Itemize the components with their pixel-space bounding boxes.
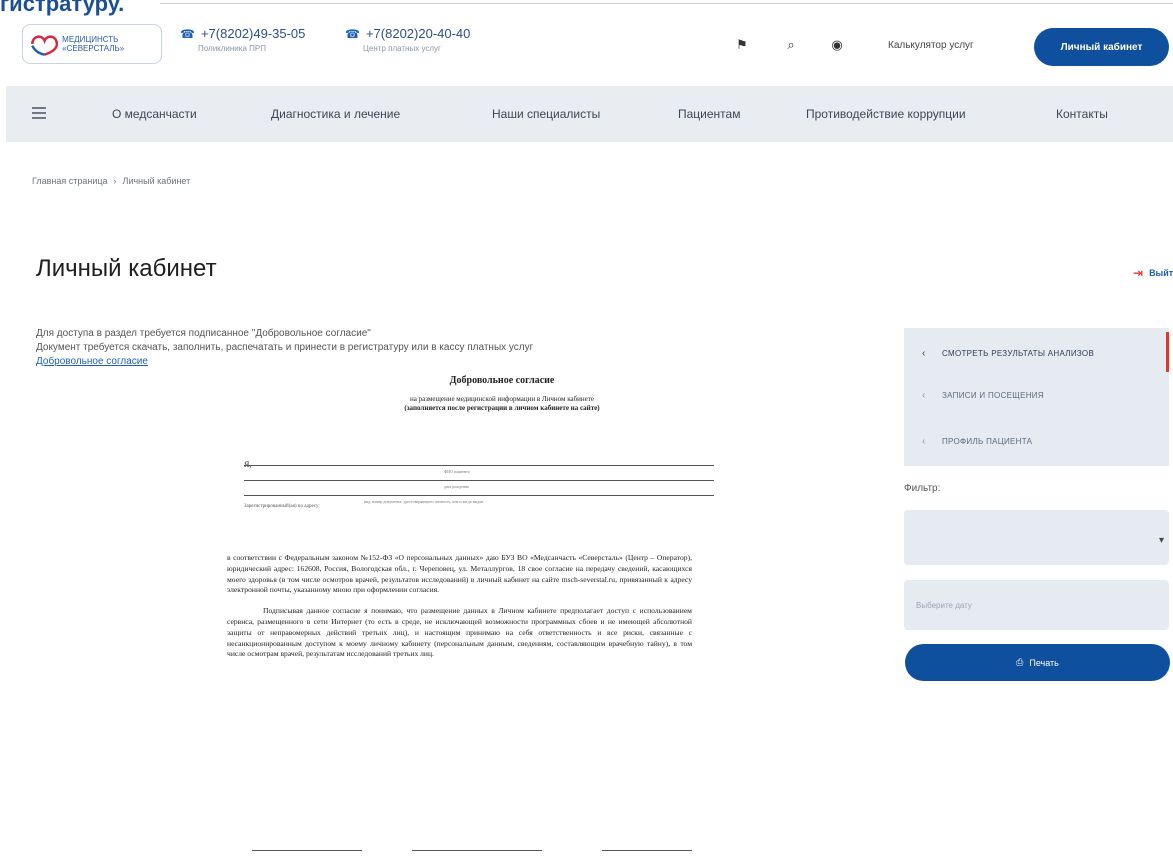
nav-item-contacts[interactable]: Контакты [1056,107,1108,121]
search-icon[interactable]: ⌕ [782,36,800,54]
document-subtitle: на размещение медицинской информации в Л… [410,395,594,403]
page: гистратуру. МЕДИЦИНСТЬ «СЕВЕРСТАЛЬ» ☎ +7(… [0,0,1173,857]
phone-icon: ☎ [345,26,360,41]
side-item-visits[interactable]: ‹ ЗАПИСИ И ПОСЕЩЕНИЯ [904,376,1169,414]
breadcrumb-home[interactable]: Главная страница [32,176,108,186]
chevron-left-icon: ‹ [922,389,926,401]
phone-icon: ☎ [180,26,195,41]
date-picker-input[interactable]: Выберите дату [904,580,1169,630]
document-body: в соответствии с Федеральным законом №15… [227,553,692,670]
print-button[interactable]: ⎙ Печать [905,644,1170,681]
nav-item-specialists[interactable]: Наши специалисты [492,107,600,121]
side-item-label: ЗАПИСИ И ПОСЕЩЕНИЯ [942,390,1044,400]
phone-number: +7(8202)20-40-40 [365,26,471,41]
document-paragraph-1: в соответствии с Федеральным законом №15… [227,553,692,595]
filter-select[interactable]: ▾ [904,510,1169,565]
caption-doc: вид, номер документа, удостоверяющего ли… [364,499,484,504]
nav-item-diagnostics[interactable]: Диагностика и лечение [271,107,400,121]
phone-number: +7(8202)49-35-05 [200,26,306,41]
logo[interactable]: МЕДИЦИНСТЬ «СЕВЕРСТАЛЬ» [22,24,162,64]
info-line-2: Документ требуется скачать, заполнить, р… [36,342,534,353]
document-title: Добровольное согласие [449,375,555,386]
top-divider [160,3,1173,4]
phone-block-1[interactable]: ☎ +7(8202)49-35-05 Поликлиника ПРП [180,26,305,53]
flag-icon[interactable]: ⚑ [733,36,751,54]
consent-info: Для доступа в раздел требуется подписанн… [36,327,533,369]
phone-caption: Поликлиника ПРП [198,44,266,53]
info-line-1: Для доступа в раздел требуется подписанн… [36,328,371,339]
consent-document-preview: Добровольное согласие на размещение меди… [222,375,722,857]
side-item-analysis-results[interactable]: ‹ СМОТРЕТЬ РЕЗУЛЬТАТЫ АНАЛИЗОВ [904,334,1169,372]
address-label: Зарегистрированный(ая) по адресу: [244,504,320,509]
heart-logo-icon [31,35,59,56]
phone-caption: Центр платных услуг [363,44,441,53]
logo-text: МЕДИЦИНСТЬ «СЕВЕРСТАЛЬ» [62,35,125,53]
document-subtitle-2: (заполняется после регистрации в личном … [404,404,600,412]
logout-link[interactable]: ⇥ Выйти [1133,266,1173,280]
site-header: МЕДИЦИНСТЬ «СЕВЕРСТАЛЬ» ☎ +7(8202)49-35-0… [0,14,1173,78]
menu-icon[interactable] [32,107,46,121]
printer-icon: ⎙ [1016,657,1024,667]
page-title: Личный кабинет [36,255,217,282]
side-item-label: ПРОФИЛЬ ПАЦИЕНТА [942,436,1033,446]
breadcrumb: Главная страница › Личный кабинет [32,176,190,186]
main-nav: О медсанчасти Диагностика и лечение Наши… [6,86,1173,142]
logout-label: Выйти [1149,268,1173,278]
eye-icon[interactable]: ◉ [828,36,846,54]
cabinet-button[interactable]: Личный кабинет [1034,28,1169,66]
nav-item-patients[interactable]: Пациентам [678,107,740,121]
chevron-left-icon: ‹ [922,435,926,447]
nav-item-about[interactable]: О медсанчасти [112,107,197,121]
breadcrumb-current: Личный кабинет [122,176,191,186]
chevron-left-icon: ‹ [922,347,926,359]
print-button-label: Печать [1029,657,1059,668]
caption-dob: дата рождения [444,484,469,489]
filter-label: Фильтр: [904,483,941,494]
breadcrumb-separator: › [113,176,117,186]
chevron-down-icon: ▾ [1158,535,1164,546]
document-paragraph-2: Подписывая данное согласие я понимаю, чт… [227,606,692,659]
logout-icon: ⇥ [1133,266,1144,280]
document-fill-lines: ФИО пациента дата рождения вид, номер до… [244,465,714,509]
nav-item-anticorruption[interactable]: Противодействие коррупции [806,107,966,121]
document-signature-lines [252,842,692,857]
phone-block-2[interactable]: ☎ +7(8202)20-40-40 Центр платных услуг [345,26,470,53]
consent-download-link[interactable]: Добровольное согласие [36,356,148,367]
cabinet-side-menu: ‹ СМОТРЕТЬ РЕЗУЛЬТАТЫ АНАЛИЗОВ ‹ ЗАПИСИ … [904,328,1169,466]
side-item-label: СМОТРЕТЬ РЕЗУЛЬТАТЫ АНАЛИЗОВ [942,348,1095,358]
calculator-link[interactable]: Калькулятор услуг [888,40,974,51]
caption-fio: ФИО пациента [444,469,470,474]
side-item-profile[interactable]: ‹ ПРОФИЛЬ ПАЦИЕНТА [904,422,1169,460]
